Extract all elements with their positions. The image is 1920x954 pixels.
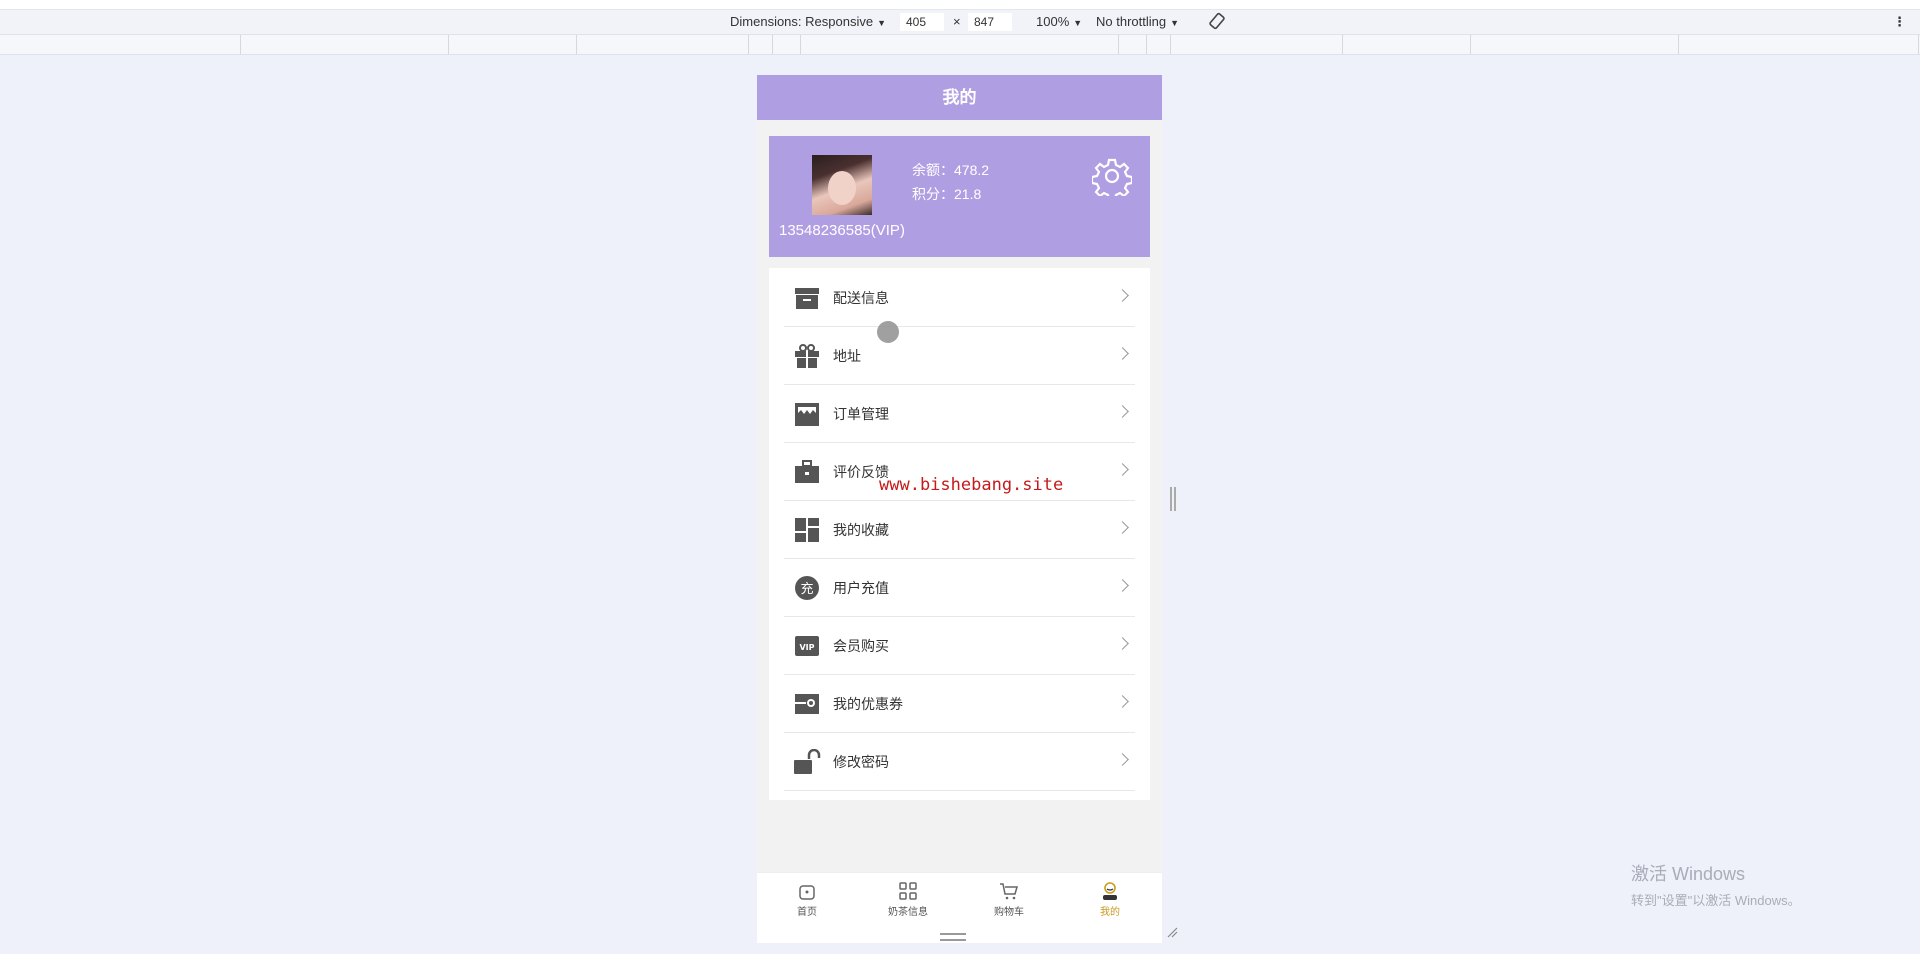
cart-icon [1000, 883, 1018, 900]
activation-title: 激活 Windows [1631, 864, 1746, 884]
tab-cart[interactable]: 购物车 [969, 881, 1049, 918]
home-icon [799, 885, 815, 900]
user-phone: 13548236585(VIP) [779, 222, 905, 239]
page-title: 我的 [757, 75, 1162, 120]
menu-item-recharge[interactable]: 充 用户充值 [784, 558, 1135, 617]
gear-icon[interactable] [1090, 156, 1134, 202]
windows-activation-notice: 激活 Windows 转到"设置"以激活 Windows。 [1631, 860, 1801, 909]
menu-list: 配送信息 地址 订单管理 评价反馈 我的收藏 充 用户充值 VIP 会员购买 我… [769, 268, 1150, 800]
menu-item-label: 配送信息 [833, 290, 889, 306]
store-icon [793, 401, 821, 427]
menu-item-label: 地址 [833, 348, 861, 364]
chevron-right-icon [1116, 637, 1129, 650]
dimensions-label: Dimensions: Responsive [730, 14, 874, 29]
archive-icon [793, 285, 821, 311]
width-input[interactable]: 405 [900, 13, 944, 31]
viewport-resize-handle[interactable] [1170, 487, 1176, 511]
chevron-down-icon: ▼ [877, 18, 886, 28]
vip-glyph: VIP [799, 643, 814, 652]
zoom-label: 100% [1036, 14, 1070, 29]
dimensions-dropdown[interactable]: Dimensions: Responsive ▼ [730, 14, 886, 29]
balance-row: 余额：478.2 [912, 160, 989, 180]
menu-item-label: 订单管理 [833, 406, 889, 422]
chevron-down-icon: ▼ [1073, 18, 1083, 28]
throttling-dropdown[interactable]: No throttling ▼ [1096, 14, 1179, 29]
points-value: 21.8 [954, 186, 982, 202]
briefcase-icon [793, 459, 821, 485]
tab-label: 购物车 [994, 907, 1024, 918]
menu-item-coupons[interactable]: 我的优惠券 [784, 674, 1135, 733]
chevron-down-icon: ▼ [1170, 18, 1180, 28]
chevron-right-icon [1116, 289, 1129, 302]
menu-item-change-password[interactable]: 修改密码 [784, 732, 1135, 791]
bottom-tab-bar: 首页 奶茶信息 购物车 我的 [757, 872, 1162, 943]
menu-item-delivery-info[interactable]: 配送信息 [784, 268, 1135, 327]
tab-home[interactable]: 首页 [767, 881, 847, 918]
height-input[interactable]: 847 [968, 13, 1012, 31]
chevron-right-icon [1116, 463, 1129, 476]
grid-icon [899, 882, 917, 900]
avatar[interactable] [812, 155, 872, 215]
menu-item-label: 会员购买 [833, 638, 889, 654]
activation-subtitle: 转到"设置"以激活 Windows。 [1631, 893, 1801, 908]
browser-top-strip [0, 0, 1920, 10]
rotate-icon[interactable] [1208, 12, 1226, 33]
user-icon [1103, 882, 1117, 900]
menu-item-address[interactable]: 地址 [784, 326, 1135, 385]
recharge-icon: 充 [793, 575, 821, 601]
chevron-right-icon [1116, 347, 1129, 360]
profile-card: 余额：478.2 积分：21.8 13548236585(VIP) [769, 136, 1150, 257]
throttling-label: No throttling [1096, 14, 1167, 29]
mobile-viewport: 我的 余额：478.2 积分：21.8 13548236585(VIP) 配送信… [757, 75, 1162, 943]
menu-item-favorites[interactable]: 我的收藏 [784, 500, 1135, 559]
points-label: 积分： [912, 186, 954, 202]
chevron-right-icon [1116, 405, 1129, 418]
recharge-glyph: 充 [800, 581, 813, 597]
menu-item-label: 我的优惠券 [833, 696, 903, 712]
dashboard-icon [793, 517, 821, 543]
corner-resize-icon[interactable] [1166, 925, 1178, 938]
avatar-face [828, 171, 856, 205]
tab-label: 首页 [797, 907, 817, 918]
times-sign: × [953, 14, 961, 29]
chevron-right-icon [1116, 579, 1129, 592]
watermark-text: www.bishebang.site [879, 475, 1064, 495]
points-row: 积分：21.8 [912, 184, 981, 204]
unlock-icon [793, 748, 821, 775]
media-query-ruler [0, 35, 1920, 55]
tab-label: 奶茶信息 [888, 907, 928, 918]
touch-cursor [877, 321, 899, 343]
menu-item-label: 用户充值 [833, 580, 889, 596]
menu-item-label: 我的收藏 [833, 522, 889, 538]
menu-item-label: 修改密码 [833, 754, 889, 770]
tab-label: 我的 [1100, 907, 1120, 918]
tab-milk-tea-info[interactable]: 奶茶信息 [868, 881, 948, 918]
menu-item-order-management[interactable]: 订单管理 [784, 384, 1135, 443]
tab-mine[interactable]: 我的 [1070, 881, 1150, 918]
drag-handle[interactable] [940, 933, 966, 941]
gift-icon [793, 343, 821, 369]
coupon-icon [793, 691, 821, 717]
balance-label: 余额： [912, 162, 954, 178]
zoom-dropdown[interactable]: 100% ▼ [1036, 14, 1082, 29]
balance-value: 478.2 [954, 162, 990, 178]
menu-item-vip-purchase[interactable]: VIP 会员购买 [784, 616, 1135, 675]
chevron-right-icon [1116, 521, 1129, 534]
devtools-device-toolbar: Dimensions: Responsive ▼ 405 × 847 100% ▼ … [0, 10, 1920, 35]
vip-icon: VIP [793, 633, 821, 659]
more-options-icon[interactable]: ⋮ [1893, 14, 1906, 30]
chevron-right-icon [1116, 753, 1129, 766]
chevron-right-icon [1116, 695, 1129, 708]
